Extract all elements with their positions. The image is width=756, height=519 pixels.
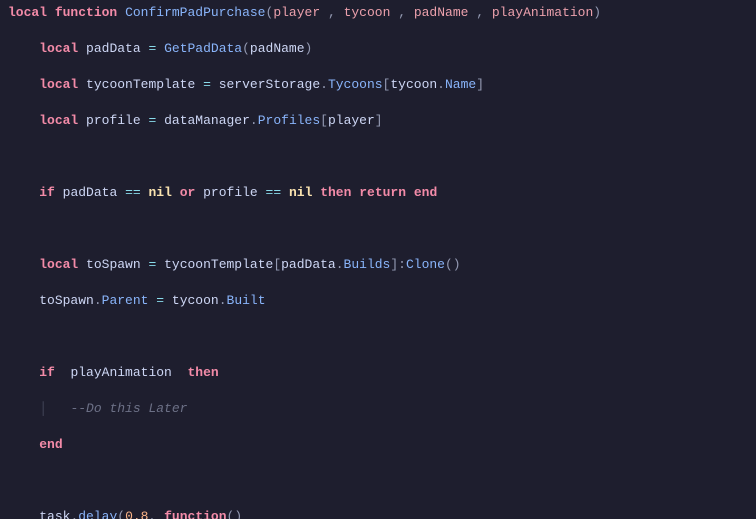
- code-editor[interactable]: local function ConfirmPadPurchase(player…: [0, 0, 756, 519]
- comment: --Do this Later: [70, 401, 187, 416]
- code-line: if padData == nil or profile == nil then…: [8, 184, 748, 202]
- code-line: local profile = dataManager.Profiles[pla…: [8, 112, 748, 130]
- code-line: [8, 328, 748, 346]
- code-line: end: [8, 436, 748, 454]
- function-name: ConfirmPadPurchase: [125, 5, 265, 20]
- code-line: │ --Do this Later: [8, 400, 748, 418]
- keyword-function: function: [55, 5, 117, 20]
- keyword-local: local: [8, 5, 47, 20]
- param: tycoon: [344, 5, 391, 20]
- code-line: local function ConfirmPadPurchase(player…: [8, 4, 748, 22]
- code-line: [8, 472, 748, 490]
- code-line: toSpawn.Parent = tycoon.Built: [8, 292, 748, 310]
- param: player: [273, 5, 320, 20]
- indent-guide: │: [39, 401, 47, 416]
- code-line: [8, 148, 748, 166]
- code-line: task.delay(0.8, function(): [8, 508, 748, 519]
- param: padName: [414, 5, 469, 20]
- code-line: local toSpawn = tycoonTemplate[padData.B…: [8, 256, 748, 274]
- code-line: local padData = GetPadData(padName): [8, 40, 748, 58]
- code-line: [8, 220, 748, 238]
- code-line: if playAnimation then: [8, 364, 748, 382]
- param: playAnimation: [492, 5, 593, 20]
- code-line: local tycoonTemplate = serverStorage.Tyc…: [8, 76, 748, 94]
